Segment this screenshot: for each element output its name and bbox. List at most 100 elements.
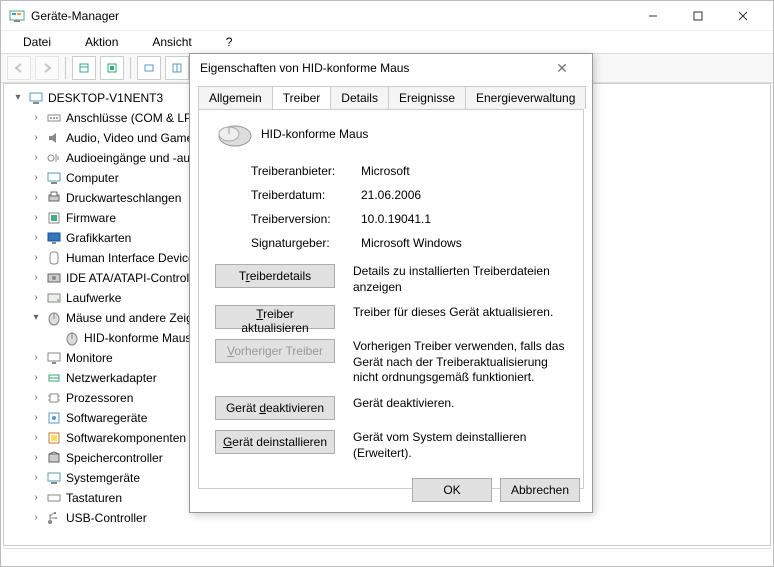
version-label: Treiberversion: [251,212,361,226]
ok-button[interactable]: OK [412,478,492,502]
uninstall-device-desc: Gerät vom System deinstallieren (Erweite… [353,430,567,461]
signer-value: Microsoft Windows [361,236,462,250]
tree-node-label: Monitore [66,349,113,367]
disable-device-button[interactable]: Gerät deaktivieren [215,396,335,420]
driver-details-button[interactable]: Treiberdetails [215,264,335,288]
menu-file[interactable]: Datei [7,33,67,51]
expand-icon[interactable]: › [30,229,42,247]
date-value: 21.06.2006 [361,188,421,202]
dialog-close-button[interactable]: ✕ [542,60,582,77]
drives-icon [46,290,62,306]
expand-icon[interactable]: › [30,109,42,127]
expand-icon[interactable]: › [30,389,42,407]
software_comp-icon [46,430,62,446]
titlebar: Geräte-Manager [1,1,773,31]
menu-view[interactable]: Ansicht [136,33,207,51]
tab-events[interactable]: Ereignisse [388,86,466,109]
keyboards-icon [46,490,62,506]
rollback-driver-desc: Vorherigen Treiber verwenden, falls das … [353,339,567,386]
expand-icon[interactable]: › [30,409,42,427]
tree-root-label: DESKTOP-V1NENT3 [48,89,163,107]
device-name-label: HID-konforme Maus [261,127,368,141]
properties-dialog: Eigenschaften von HID-konforme Maus ✕ Al… [189,53,593,513]
tree-node-label: Netzwerkadapter [66,369,157,387]
expand-icon[interactable]: › [30,169,42,187]
provider-value: Microsoft [361,164,410,178]
menubar: Datei Aktion Ansicht ? [1,31,773,53]
audioio-icon [46,150,62,166]
tree-node-label: Human Interface Devices [66,249,201,267]
tree-node-label: Grafikkarten [66,229,131,247]
forward-button[interactable] [35,56,59,80]
mouse_hid-icon [64,330,80,346]
monitors-icon [46,350,62,366]
maximize-button[interactable] [675,2,720,30]
firmware-icon [46,210,62,226]
disable-device-desc: Gerät deaktivieren. [353,396,567,412]
software_dev-icon [46,410,62,426]
collapse-icon[interactable]: ▾ [30,309,42,327]
dialog-tabs: Allgemein Treiber Details Ereignisse Ene… [190,82,592,109]
menu-help[interactable]: ? [210,33,249,51]
minimize-button[interactable] [630,2,675,30]
tree-node-label: Softwarekomponenten [66,429,186,447]
ide-icon [46,270,62,286]
tab-general[interactable]: Allgemein [198,86,273,109]
mice-icon [46,310,62,326]
tree-node-label: Systemgeräte [66,469,140,487]
toolbar-button-3[interactable] [137,56,161,80]
expand-icon[interactable]: › [30,249,42,267]
tree-node-label: Firmware [66,209,116,227]
tree-node-label: Prozessoren [66,389,133,407]
printq-icon [46,190,62,206]
cpu-icon [46,390,62,406]
back-button[interactable] [7,56,31,80]
tree-node-label: Speichercontroller [66,449,163,467]
tree-node-label: Laufwerke [66,289,121,307]
rollback-driver-button: Vorheriger Treiber [215,339,335,363]
toolbar-button-4[interactable] [165,56,189,80]
expand-icon[interactable]: › [30,149,42,167]
network-icon [46,370,62,386]
device-manager-window: Geräte-Manager Datei Aktion Ansicht ? ▾ [0,0,774,567]
app-icon [9,8,25,24]
expand-icon[interactable]: › [30,449,42,467]
display-icon [46,230,62,246]
close-button[interactable] [720,2,765,30]
collapse-icon[interactable]: ▾ [12,89,24,107]
expand-icon[interactable]: › [30,269,42,287]
cancel-button[interactable]: Abbrechen [500,478,580,502]
tree-node-label: Computer [66,169,119,187]
dialog-titlebar: Eigenschaften von HID-konforme Maus ✕ [190,54,592,82]
driver-tab-panel: HID-konforme Maus Treiberanbieter:Micros… [198,109,584,489]
expand-icon[interactable]: › [30,129,42,147]
tree-node-label: Druckwarteschlangen [66,189,181,207]
storage-icon [46,450,62,466]
menu-action[interactable]: Aktion [69,33,134,51]
expand-icon[interactable]: › [30,369,42,387]
tab-details[interactable]: Details [330,86,389,109]
tree-node-label: Tastaturen [66,489,122,507]
computer-icon [28,90,44,106]
expand-icon[interactable]: › [30,209,42,227]
expand-icon[interactable]: › [30,349,42,367]
mouse-icon [215,122,247,146]
statusbar [3,548,771,564]
ports-icon [46,110,62,126]
provider-label: Treiberanbieter: [251,164,361,178]
tree-node-label: IDE ATA/ATAPI-Controller [66,269,202,287]
toolbar-button-1[interactable] [72,56,96,80]
expand-icon[interactable]: › [30,189,42,207]
expand-icon[interactable]: › [30,289,42,307]
toolbar-button-2[interactable] [100,56,124,80]
update-driver-button[interactable]: Treiber aktualisieren [215,305,335,329]
uninstall-device-button[interactable]: Gerät deinstallieren [215,430,335,454]
expand-icon[interactable]: › [30,469,42,487]
expand-icon[interactable]: › [30,489,42,507]
tab-power[interactable]: Energieverwaltung [465,86,586,109]
expand-icon[interactable]: › [30,429,42,447]
tab-driver[interactable]: Treiber [272,86,332,109]
computer-icon [46,170,62,186]
expand-icon[interactable]: › [30,509,42,527]
tree-node-label: HID-konforme Maus [84,329,191,347]
